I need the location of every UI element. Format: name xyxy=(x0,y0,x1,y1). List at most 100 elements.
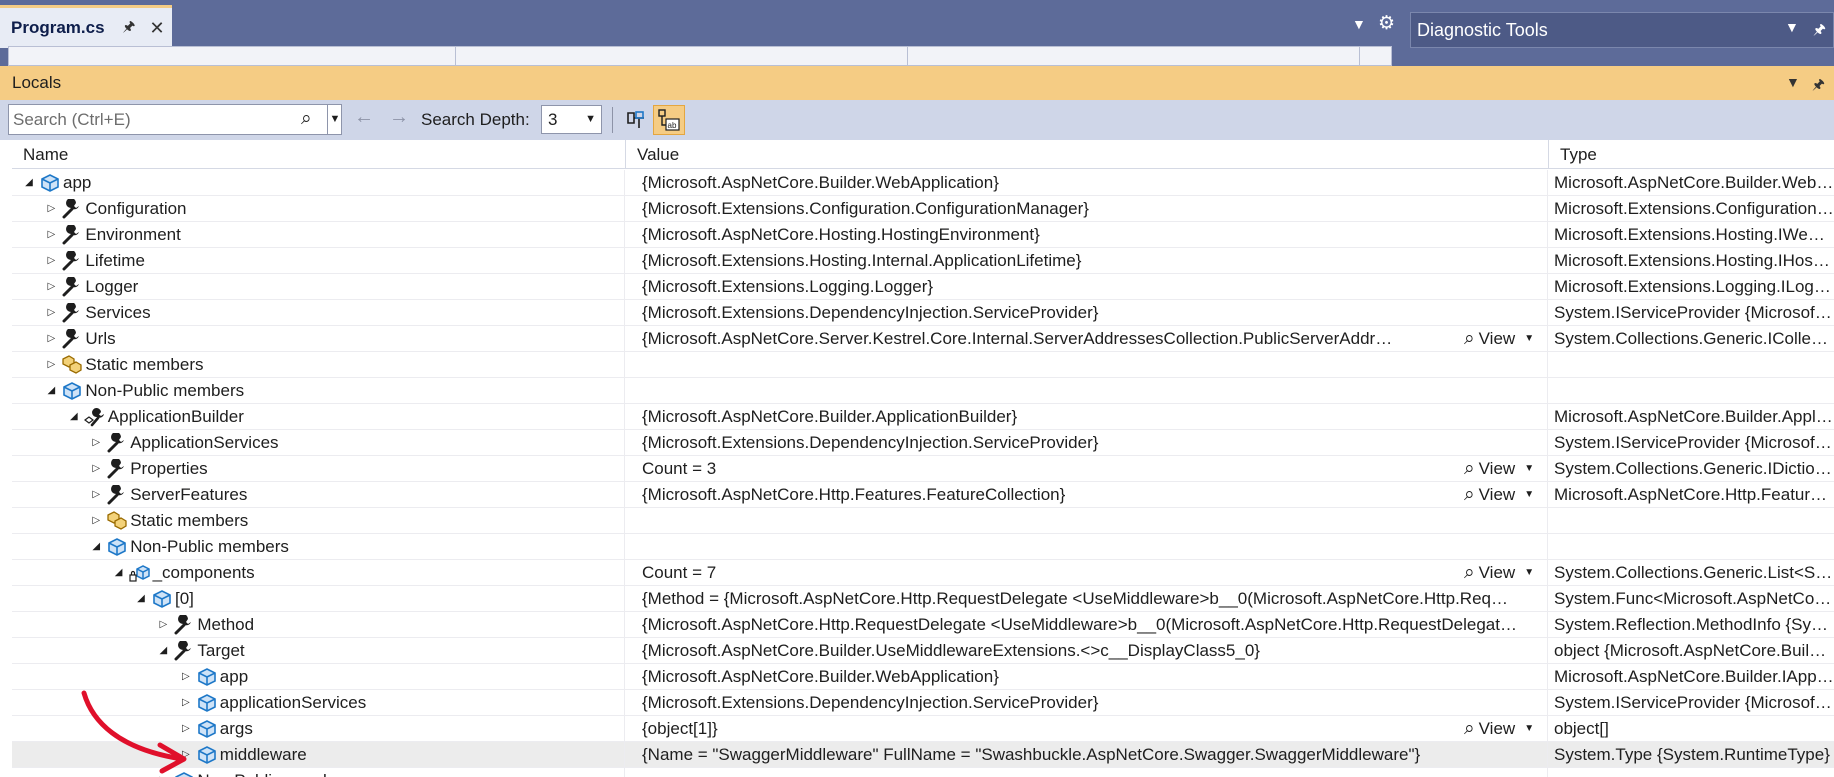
view-visualizer-button[interactable]: ⌕ View ▼ xyxy=(1464,560,1534,586)
value-cell[interactable]: {Microsoft.Extensions.Hosting.Internal.A… xyxy=(626,248,1548,274)
value-cell[interactable]: {Microsoft.Extensions.DependencyInjectio… xyxy=(626,300,1548,326)
table-row[interactable]: ▷ args {object[1]} ⌕ View ▼ object[] xyxy=(12,716,1834,742)
table-row[interactable]: ▷Non-Public members xyxy=(12,768,1834,777)
back-arrow-icon[interactable]: ← xyxy=(354,106,374,129)
view-visualizer-button[interactable]: ⌕ View ▼ xyxy=(1464,456,1534,482)
search-input[interactable] xyxy=(9,109,299,130)
table-row[interactable]: ◢ Non-Public members xyxy=(12,378,1834,404)
value-cell[interactable]: {object[1]} xyxy=(626,716,1548,742)
table-row[interactable]: ▷ Logger {Microsoft.Extensions.Logging.Log… xyxy=(12,274,1834,300)
view-visualizer-button[interactable]: ⌕ View ▼ xyxy=(1464,326,1534,352)
value-cell[interactable] xyxy=(626,378,1548,404)
variable-name: ApplicationServices xyxy=(130,433,279,452)
expand-arrow-icon[interactable]: ▷ xyxy=(44,222,58,248)
collapse-arrow-icon[interactable]: ◢ xyxy=(89,534,103,560)
value-cell[interactable] xyxy=(626,768,1548,777)
table-row[interactable]: ▷ Services {Microsoft.Extensions.Dependenc… xyxy=(12,300,1834,326)
type-dropdown[interactable] xyxy=(461,47,908,66)
table-row[interactable]: ◢ _components Count = 7 ⌕ View ▼ System.Collec… xyxy=(12,560,1834,586)
gear-icon[interactable]: ⚙ xyxy=(1378,12,1395,35)
column-header-type[interactable]: Type xyxy=(1549,140,1834,169)
search-icon[interactable]: ⌕ xyxy=(301,108,312,130)
table-row[interactable]: ▷ applicationServices {Microsoft.Extension… xyxy=(12,690,1834,716)
table-row[interactable]: ▷ Static members xyxy=(12,352,1834,378)
table-row[interactable]: ▷ middleware {Name = "SwaggerMiddleware" F… xyxy=(12,742,1834,768)
table-row[interactable]: ◢ app {Microsoft.AspNetCore.Builder.WebApp… xyxy=(12,170,1834,196)
expand-arrow-icon[interactable]: ▷ xyxy=(44,326,58,352)
column-header-value[interactable]: Value xyxy=(626,140,1549,169)
collapse-arrow-icon[interactable]: ◢ xyxy=(112,560,126,586)
overflow-dropdown-icon[interactable]: ▼ xyxy=(1352,16,1366,32)
expand-arrow-icon[interactable]: ▷ xyxy=(44,352,58,378)
value-cell[interactable]: {Microsoft.Extensions.DependencyInjectio… xyxy=(626,430,1548,456)
hex-display-toggle[interactable]: ab xyxy=(653,105,685,135)
dropdown-icon[interactable]: ▼ xyxy=(1786,74,1800,90)
expand-arrow-icon[interactable]: ▷ xyxy=(89,508,103,534)
close-icon[interactable]: ✕ xyxy=(150,18,165,39)
search-options-dropdown[interactable]: ▼ xyxy=(327,105,342,134)
view-visualizer-button[interactable]: ⌕ View ▼ xyxy=(1464,482,1534,508)
value-cell[interactable]: {Microsoft.Extensions.DependencyInjectio… xyxy=(626,690,1548,716)
tab-program-cs[interactable]: Program.cs 🖈 ✕ xyxy=(0,5,172,48)
value-cell[interactable]: {Microsoft.AspNetCore.Builder.WebApplica… xyxy=(626,664,1548,690)
value-cell[interactable]: {Microsoft.AspNetCore.Hosting.HostingEnv… xyxy=(626,222,1548,248)
view-visualizer-button[interactable]: ⌕ View ▼ xyxy=(1464,716,1534,742)
table-row[interactable]: ◢ ApplicationBuilder {Microsoft.AspNetCore… xyxy=(12,404,1834,430)
table-row[interactable]: ▷ app {Microsoft.AspNetCore.Builder.WebApp… xyxy=(12,664,1834,690)
value-cell[interactable]: {Microsoft.AspNetCore.Builder.UseMiddlew… xyxy=(626,638,1548,664)
collapse-arrow-icon[interactable]: ◢ xyxy=(156,638,170,664)
tab-diagnostic-tools[interactable]: Diagnostic Tools ▼ 🖈 xyxy=(1410,12,1834,48)
table-row[interactable]: ▷ Lifetime {Microsoft.Extensions.Hosting.I… xyxy=(12,248,1834,274)
table-row[interactable]: ▷ Configuration {Microsoft.Extensions.Conf… xyxy=(12,196,1834,222)
value-cell[interactable]: {Microsoft.AspNetCore.Http.RequestDelega… xyxy=(626,612,1548,638)
value-cell[interactable]: {Method = {Microsoft.AspNetCore.Http.Req… xyxy=(626,586,1548,612)
collapse-arrow-icon[interactable]: ◢ xyxy=(67,404,81,430)
value-cell[interactable] xyxy=(626,352,1548,378)
type-cell: Microsoft.Extensions.Configuration.I… xyxy=(1554,199,1834,218)
expand-arrow-icon[interactable]: ▷ xyxy=(89,456,103,482)
pin-icon[interactable]: 🖈 xyxy=(1813,19,1826,43)
collapse-arrow-icon[interactable]: ◢ xyxy=(134,586,148,612)
expand-arrow-icon[interactable]: ▷ xyxy=(44,248,58,274)
search-depth-label: Search Depth: xyxy=(421,110,530,129)
table-row[interactable]: ▷ Urls {Microsoft.AspNetCore.Server.Kestre… xyxy=(12,326,1834,352)
table-row[interactable]: ◢ Non-Public members xyxy=(12,534,1834,560)
value-cell[interactable]: {Name = "SwaggerMiddleware" FullName = "… xyxy=(626,742,1548,768)
expand-arrow-icon[interactable]: ▷ xyxy=(89,482,103,508)
value-cell[interactable]: {Microsoft.AspNetCore.Builder.Applicatio… xyxy=(626,404,1548,430)
value-cell[interactable]: Count = 3 xyxy=(626,456,1548,482)
forward-arrow-icon[interactable]: → xyxy=(389,106,409,129)
dropdown-icon[interactable]: ▼ xyxy=(1785,19,1799,35)
value-cell[interactable] xyxy=(626,508,1548,534)
expand-arrow-icon[interactable]: ▷ xyxy=(156,612,170,638)
expand-arrow-icon[interactable]: ▷ xyxy=(44,196,58,222)
value-cell[interactable]: {Microsoft.AspNetCore.Builder.WebApplica… xyxy=(626,170,1548,196)
search-depth-select[interactable]: 3 ▼ xyxy=(541,105,602,134)
value-cell[interactable]: {Microsoft.Extensions.Logging.Logger} xyxy=(626,274,1548,300)
project-dropdown[interactable] xyxy=(9,47,456,66)
pin-source-button[interactable] xyxy=(620,105,652,135)
table-row[interactable]: ▷ Properties Count = 3 ⌕ View ▼ System.Collect… xyxy=(12,456,1834,482)
value-cell[interactable]: {Microsoft.Extensions.Configuration.Conf… xyxy=(626,196,1548,222)
collapse-arrow-icon[interactable]: ◢ xyxy=(44,378,58,404)
pin-icon[interactable]: 🖈 xyxy=(123,16,136,40)
expand-arrow-icon[interactable]: ▷ xyxy=(89,430,103,456)
pin-icon[interactable]: 🖈 xyxy=(1812,74,1825,98)
table-row[interactable]: ◢ [0] {Method = {Microsoft.AspNetCore.Http… xyxy=(12,586,1834,612)
expand-arrow-icon[interactable]: ▷ xyxy=(44,274,58,300)
table-row[interactable]: ▷ Method {Microsoft.AspNetCore.Http.Reques… xyxy=(12,612,1834,638)
table-row[interactable]: ▷ Environment {Microsoft.AspNetCore.Hostin… xyxy=(12,222,1834,248)
member-dropdown[interactable] xyxy=(913,47,1360,66)
column-header-name[interactable]: Name xyxy=(12,140,626,169)
expand-arrow-icon[interactable]: ▷ xyxy=(44,300,58,326)
table-row[interactable]: ◢ Target {Microsoft.AspNetCore.Builder.Use… xyxy=(12,638,1834,664)
variable-value: {Microsoft.Extensions.DependencyInjectio… xyxy=(642,303,1099,322)
value-cell[interactable] xyxy=(626,534,1548,560)
table-row[interactable]: ▷ Static members xyxy=(12,508,1834,534)
value-cell[interactable]: Count = 7 xyxy=(626,560,1548,586)
table-row[interactable]: ▷ ServerFeatures {Microsoft.AspNetCore.Htt… xyxy=(12,482,1834,508)
collapse-arrow-icon[interactable]: ◢ xyxy=(22,170,36,196)
value-cell[interactable]: {Microsoft.AspNetCore.Server.Kestrel.Cor… xyxy=(626,326,1548,352)
table-row[interactable]: ▷ ApplicationServices {Microsoft.Extension… xyxy=(12,430,1834,456)
value-cell[interactable]: {Microsoft.AspNetCore.Http.Features.Feat… xyxy=(626,482,1548,508)
